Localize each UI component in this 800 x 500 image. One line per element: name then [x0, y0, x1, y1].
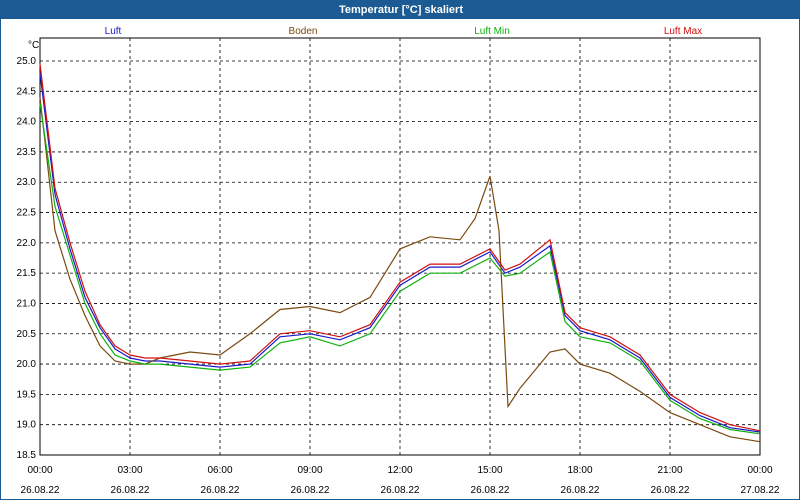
x-tick-date: 26.08.22 — [651, 485, 690, 496]
y-tick-label: 21.0 — [17, 298, 37, 309]
y-tick-label: 24.0 — [17, 117, 37, 128]
x-tick-date: 26.08.22 — [111, 485, 150, 496]
x-tick-date: 26.08.22 — [561, 485, 600, 496]
x-tick-time: 09:00 — [297, 465, 322, 476]
y-tick-label: 22.0 — [17, 238, 37, 249]
legend-item: Luft Min — [474, 26, 510, 37]
legend: Luft Boden Luft Min Luft Max — [105, 26, 703, 37]
y-tick-label: 21.5 — [17, 268, 37, 279]
x-tick-time: 06:00 — [207, 465, 232, 476]
x-tick-date: 27.08.22 — [741, 485, 780, 496]
x-tick-time: 21:00 — [657, 465, 682, 476]
y-tick-label: 19.0 — [17, 420, 37, 431]
y-tick-label: 20.0 — [17, 359, 37, 370]
chart-canvas: 25.0 24.5 24.0 23.5 23.0 22.5 22.0 21.5 21.0 20.5… — [17, 26, 780, 496]
x-tick-date: 26.08.22 — [201, 485, 240, 496]
y-tick-label: 24.5 — [17, 86, 37, 97]
y-axis-ticks: 25.0 24.5 24.0 23.5 23.0 22.5 22.0 21.5 21.0 20.5… — [17, 56, 37, 461]
x-tick-time: 00:00 — [747, 465, 772, 476]
x-axis-ticks: 00:00 26.08.22 03:00 26.08.22 06:00 26.08.22 0… — [21, 465, 780, 496]
x-tick-date: 26.08.22 — [381, 485, 420, 496]
x-tick-date: 26.08.22 — [471, 485, 510, 496]
legend-item: Luft — [105, 26, 122, 37]
y-tick-label: 19.5 — [17, 389, 37, 400]
x-tick-time: 18:00 — [567, 465, 592, 476]
x-tick-time: 00:00 — [27, 465, 52, 476]
y-tick-label: 20.5 — [17, 329, 37, 340]
legend-item: Luft Max — [664, 26, 702, 37]
x-tick-date: 26.08.22 — [21, 485, 60, 496]
y-tick-label: 25.0 — [17, 56, 37, 67]
x-tick-time: 12:00 — [387, 465, 412, 476]
y-unit-label: °C — [28, 40, 39, 51]
y-tick-label: 23.0 — [17, 177, 37, 188]
y-tick-label: 23.5 — [17, 147, 37, 158]
y-tick-label: 22.5 — [17, 208, 37, 219]
x-tick-time: 15:00 — [477, 465, 502, 476]
y-tick-label: 18.5 — [17, 450, 37, 461]
legend-item: Boden — [289, 26, 318, 37]
x-tick-time: 03:00 — [117, 465, 142, 476]
x-tick-date: 26.08.22 — [291, 485, 330, 496]
